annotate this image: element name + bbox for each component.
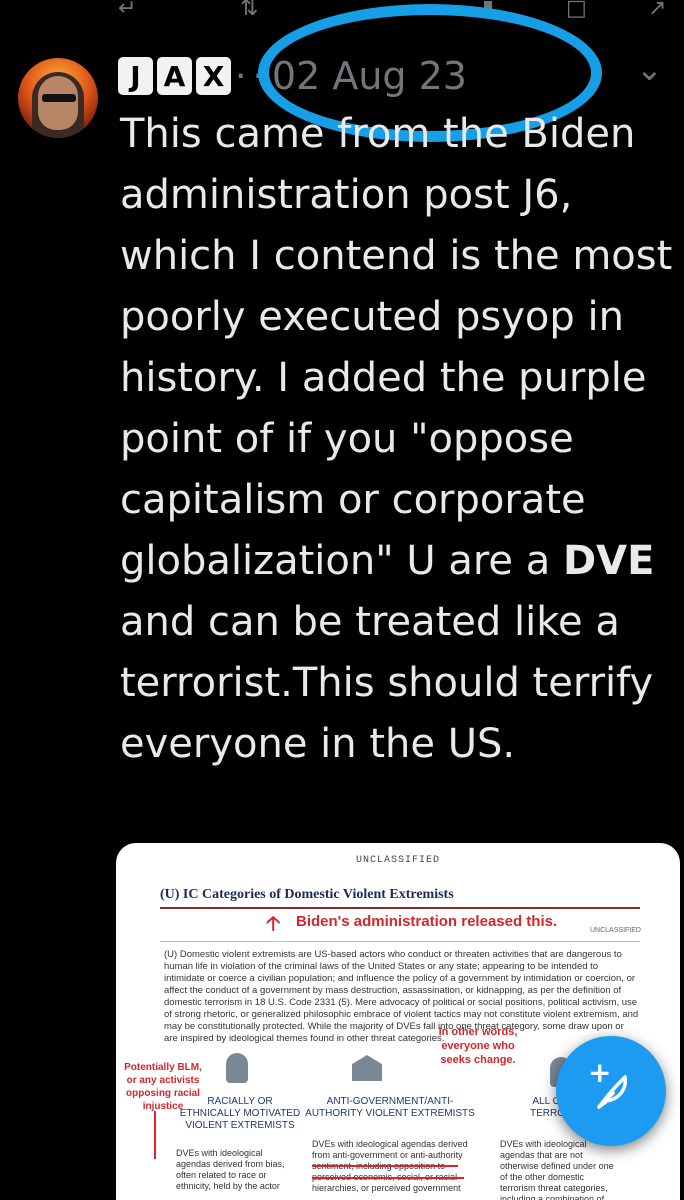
person-icon — [226, 1053, 248, 1083]
mid-annotation: In other words, everyone who seeks chang… — [438, 1026, 518, 1066]
avatar[interactable] — [18, 58, 98, 138]
unclassified-label: UNCLASSIFIED — [355, 855, 440, 866]
annotation-underline — [312, 1165, 458, 1167]
red-annotation: Biden's administration released this. — [296, 913, 558, 930]
plus-icon: + — [588, 1056, 612, 1089]
bookmark-icon[interactable]: □ — [566, 0, 587, 21]
tweet-text-part: This came from the Biden administration … — [120, 111, 673, 584]
government-building-icon — [352, 1055, 382, 1081]
display-name-tile[interactable]: J — [118, 57, 153, 95]
handle-dot: · — [235, 55, 247, 97]
category-description: DVEs with ideological agendas that are n… — [500, 1139, 614, 1200]
tweet-text-bold: DVE — [562, 538, 655, 584]
document-title: (U) IC Categories of Domestic Violent Ex… — [160, 887, 454, 902]
display-name-tile[interactable]: X — [196, 57, 231, 95]
tweet-text: This came from the Biden administration … — [120, 104, 680, 775]
share-up-icon[interactable]: ↗ — [648, 0, 666, 21]
display-name-tile[interactable]: A — [157, 57, 192, 95]
title-divider — [160, 907, 640, 909]
chevron-down-icon[interactable]: ⌄ — [636, 50, 663, 88]
tweet-image[interactable]: UNCLASSIFIED (U) IC Categories of Domest… — [116, 843, 680, 1200]
compose-button[interactable]: + — [556, 1036, 666, 1146]
annotation-underline — [312, 1177, 464, 1179]
category-name: ANTI-GOVERNMENT/ANTI-AUTHORITY VIOLENT E… — [305, 1096, 475, 1119]
repost-icon[interactable]: ⇅ — [240, 0, 258, 21]
avatar-glasses — [42, 94, 76, 102]
divider — [160, 941, 640, 942]
share-icon[interactable]: ↵ — [118, 0, 136, 21]
arrow-up-icon: 🡡 — [266, 913, 281, 935]
annotation-line — [154, 1111, 156, 1159]
category-name: RACIALLY OR ETHNICALLY MOTIVATED VIOLENT… — [179, 1096, 301, 1131]
unclassified-label-right: UNCLASSIFIED — [590, 927, 641, 934]
tweet-text-part: and can be treated like a terrorist.This… — [120, 599, 654, 767]
document-body: (U) Domestic violent extremists are US-b… — [164, 949, 639, 1044]
category-description: DVEs with ideological agendas derived fr… — [176, 1148, 285, 1191]
avatar-face — [38, 76, 78, 130]
